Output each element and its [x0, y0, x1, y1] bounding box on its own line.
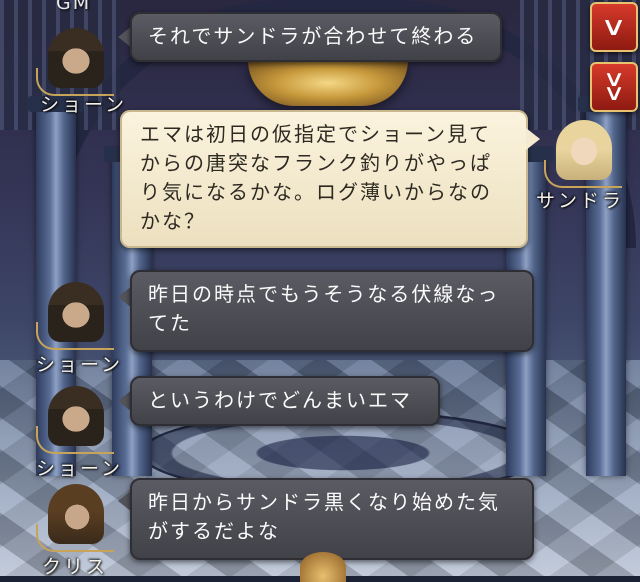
- chat-bubble: 昨日からサンドラ黒くなり始めた気 がするだよな: [130, 478, 534, 560]
- speaker-name: ショーン: [40, 94, 128, 116]
- message-line: がするだよな: [148, 519, 280, 543]
- message-line: 昨日からサンドラ黒くなり始めた気: [148, 490, 500, 514]
- message-line: 昨日の時点でもうそうなる伏線なっ: [148, 282, 500, 306]
- message-line: というわけでどんまいエマ: [148, 388, 412, 412]
- avatar-sean[interactable]: [36, 386, 114, 454]
- chat-bubble: というわけでどんまいエマ: [130, 376, 440, 426]
- gm-label: GM: [56, 0, 92, 14]
- speaker-name: サンドラ: [536, 190, 625, 212]
- avatar-frame: [36, 426, 114, 454]
- message-line: てた: [148, 311, 192, 335]
- avatar-frame: [36, 524, 114, 552]
- avatar-frame: [36, 322, 114, 350]
- scroll-to-bottom-button[interactable]: ∨ ∨: [590, 62, 638, 112]
- avatar-sean[interactable]: [36, 28, 114, 96]
- message-line: エマは初日の仮指定でショーン見て: [140, 122, 491, 146]
- avatar-chris[interactable]: [36, 484, 114, 552]
- bottom-ornament: [300, 552, 346, 582]
- speaker-name: ショーン: [36, 354, 124, 376]
- message-line: からの唐突なフランク釣りがやっぱ: [140, 151, 492, 175]
- speaker-name: ショーン: [36, 458, 124, 480]
- speaker-name: クリス: [42, 556, 109, 578]
- message-line: り気になるかな。ログ薄いからなの: [140, 180, 492, 204]
- chat-bubble: エマは初日の仮指定でショーン見て からの唐突なフランク釣りがやっぱ り気になるか…: [120, 110, 528, 248]
- double-chevron-down-icon: ∨ ∨: [602, 67, 626, 106]
- message-line: それでサンドラが合わせて終わる: [148, 24, 478, 48]
- chevron-down-icon: ∨: [600, 12, 628, 42]
- scroll-down-button[interactable]: ∨: [590, 2, 638, 52]
- avatar-sandra[interactable]: [544, 120, 622, 188]
- avatar-sean[interactable]: [36, 282, 114, 350]
- chat-bubble: それでサンドラが合わせて終わる: [130, 12, 502, 62]
- avatar-frame: [544, 160, 622, 188]
- bubble-tail: [526, 128, 540, 150]
- message-line: かな？: [140, 209, 206, 233]
- chat-bubble: 昨日の時点でもうそうなる伏線なっ てた: [130, 270, 534, 352]
- chandelier: [248, 60, 408, 106]
